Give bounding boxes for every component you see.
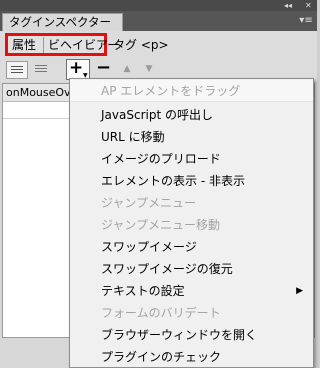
menu-item-swap-image-restore[interactable]: スワップイメージの復元: [70, 258, 313, 280]
menu-item-swap-image[interactable]: スワップイメージ: [70, 236, 313, 258]
tab-tag[interactable]: タグ <p>: [113, 37, 169, 53]
menu-item-go-to-url[interactable]: URL に移動: [70, 126, 313, 148]
menu-item-jump-menu[interactable]: ジャンプメニュー: [70, 192, 313, 214]
show-all-events-button[interactable]: [31, 61, 53, 79]
add-behavior-menu: AP エレメントをドラッグ JavaScript の呼出し URL に移動 イメ…: [69, 78, 314, 368]
panel-title-bar: ◂◂ ✕: [0, 0, 317, 11]
move-up-button[interactable]: ▲: [120, 61, 134, 77]
plus-icon: +: [69, 58, 84, 78]
tag-inspector-panel: ◂◂ ✕ タグインスペクター ▾≡ 属性 ビヘイビアー タグ <p> + ▼ −…: [0, 0, 317, 368]
menu-item-check-plugin[interactable]: プラグインのチェック: [70, 346, 313, 368]
tab-tag-inspector[interactable]: タグインスペクター: [2, 13, 123, 31]
move-down-button[interactable]: ▼: [142, 61, 156, 77]
panel-options-icon[interactable]: ▾≡: [299, 15, 313, 27]
menu-item-preload-images[interactable]: イメージのプリロード: [70, 148, 313, 170]
collapse-icon[interactable]: ◂◂: [284, 0, 292, 11]
menu-item-call-javascript[interactable]: JavaScript の呼出し: [70, 104, 313, 126]
menu-item-show-hide-elements[interactable]: エレメントの表示 - 非表示: [70, 170, 313, 192]
menu-item-jump-menu-go[interactable]: ジャンプメニュー移動: [70, 214, 313, 236]
menu-item-set-text-label: テキストの設定: [101, 284, 185, 298]
menu-item-validate-form[interactable]: フォームのバリデート: [70, 302, 313, 324]
submenu-arrow-icon: ▶: [296, 286, 303, 296]
show-set-events-button[interactable]: [6, 61, 28, 79]
menu-item-open-browser-window[interactable]: ブラウザーウィンドウを開く: [70, 324, 313, 346]
row-divider: [3, 118, 69, 119]
menu-item-drag-ap-element[interactable]: AP エレメントをドラッグ: [70, 80, 313, 102]
tab-attributes[interactable]: 属性: [12, 37, 36, 53]
event-name: onMouseOver: [6, 86, 69, 99]
add-behavior-button[interactable]: + ▼: [66, 58, 90, 80]
tab-behaviors[interactable]: ビヘイビアー: [43, 37, 119, 53]
list-all-icon: [35, 65, 47, 73]
list-view-icon: [11, 66, 23, 74]
close-icon[interactable]: ✕: [305, 0, 312, 11]
panel-tab-row: タグインスペクター ▾≡: [0, 11, 317, 31]
menu-item-set-text[interactable]: テキストの設定 ▶: [70, 280, 313, 302]
